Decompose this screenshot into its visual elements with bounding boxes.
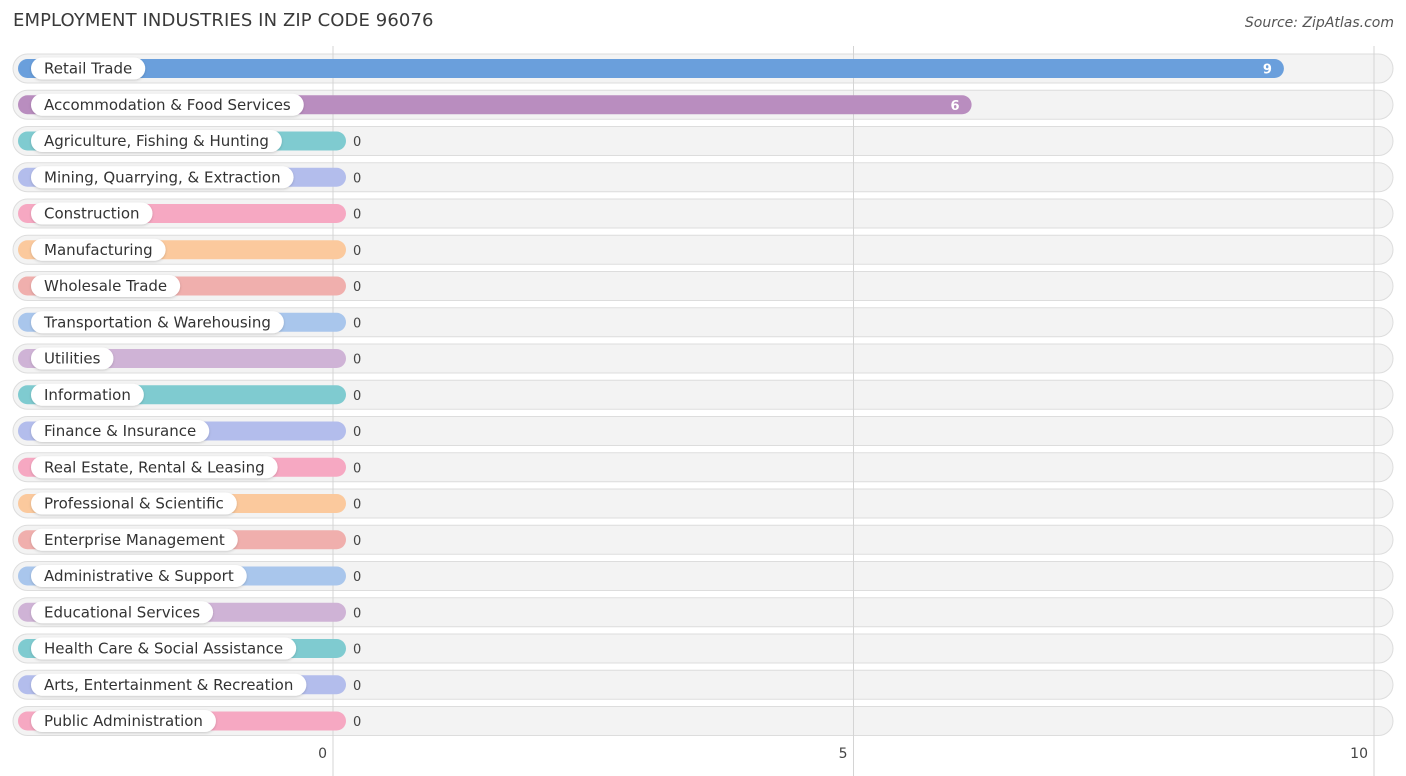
- bar-group: Agriculture, Fishing & Hunting 0: [18, 130, 361, 152]
- bar-group: Retail Trade 9: [18, 57, 1284, 80]
- bar-group: Public Administration 0: [18, 710, 361, 732]
- category-label: Administrative & Support: [44, 567, 234, 585]
- category-label: Real Estate, Rental & Leasing: [44, 458, 265, 476]
- value-label: 0: [353, 679, 361, 694]
- value-label: 0: [353, 534, 361, 549]
- x-axis-ticks: 0 5 10: [318, 746, 1368, 762]
- value-label: 0: [353, 316, 361, 331]
- value-label: 0: [353, 135, 361, 150]
- bar-group: Enterprise Management 0: [18, 528, 361, 551]
- bar-group: Wholesale Trade 0: [18, 275, 361, 297]
- value-label: 0: [353, 715, 361, 730]
- bar-group: Construction 0: [18, 202, 361, 225]
- value-label: 0: [353, 425, 361, 440]
- bar-group: Transportation & Warehousing 0: [18, 311, 361, 334]
- value-label: 0: [353, 280, 361, 295]
- value-label: 0: [353, 171, 361, 186]
- category-label: Educational Services: [44, 603, 200, 621]
- category-label: Arts, Entertainment & Recreation: [44, 676, 293, 694]
- x-tick-label: 5: [839, 746, 848, 762]
- value-label: 0: [353, 208, 361, 223]
- category-label: Transportation & Warehousing: [43, 313, 271, 331]
- value-label: 0: [353, 244, 361, 259]
- value-label: 0: [353, 353, 361, 368]
- category-label: Accommodation & Food Services: [44, 96, 291, 114]
- bar-chart: 0 5 10 Retail Trade 9 Accommodation & Food S…: [12, 46, 1394, 776]
- value-label: 0: [353, 498, 361, 513]
- bar-group: Health Care & Social Assistance 0: [18, 637, 361, 660]
- category-label: Wholesale Trade: [44, 277, 167, 295]
- value-label: 9: [1263, 63, 1272, 78]
- value-label: 0: [353, 570, 361, 585]
- bar-group: Arts, Entertainment & Recreation 0: [18, 673, 361, 696]
- bar-group: Educational Services 0: [18, 601, 361, 624]
- category-label: Enterprise Management: [44, 531, 225, 549]
- category-label: Agriculture, Fishing & Hunting: [44, 132, 269, 150]
- bar-group: Manufacturing 0: [18, 238, 361, 261]
- bar-group: Mining, Quarrying, & Extraction 0: [18, 166, 361, 189]
- value-label: 0: [353, 606, 361, 621]
- bar-group: Finance & Insurance 0: [18, 420, 361, 442]
- category-label: Construction: [44, 205, 140, 223]
- value-label: 0: [353, 389, 361, 404]
- x-tick-label: 10: [1350, 746, 1368, 762]
- category-label: Utilities: [44, 350, 101, 368]
- category-label: Public Administration: [44, 712, 203, 730]
- x-tick-label: 0: [318, 746, 327, 762]
- category-label: Finance & Insurance: [44, 422, 196, 440]
- bar-group: Utilities 0: [18, 347, 361, 370]
- value-label: 0: [353, 643, 361, 658]
- bar-group: Real Estate, Rental & Leasing 0: [18, 456, 361, 479]
- category-label: Information: [44, 386, 131, 404]
- bar-group: Administrative & Support 0: [18, 565, 361, 587]
- category-label: Professional & Scientific: [44, 495, 224, 513]
- value-label: 6: [951, 99, 960, 114]
- bar: [18, 59, 1284, 78]
- category-label: Retail Trade: [44, 60, 132, 78]
- category-label: Health Care & Social Assistance: [44, 640, 283, 658]
- bar-group: Professional & Scientific 0: [18, 492, 361, 515]
- value-label: 0: [353, 461, 361, 476]
- bar-group: Information 0: [18, 383, 361, 406]
- category-label: Manufacturing: [44, 241, 153, 259]
- bar-group: Accommodation & Food Services 6: [18, 93, 972, 116]
- category-label: Mining, Quarrying, & Extraction: [44, 168, 281, 186]
